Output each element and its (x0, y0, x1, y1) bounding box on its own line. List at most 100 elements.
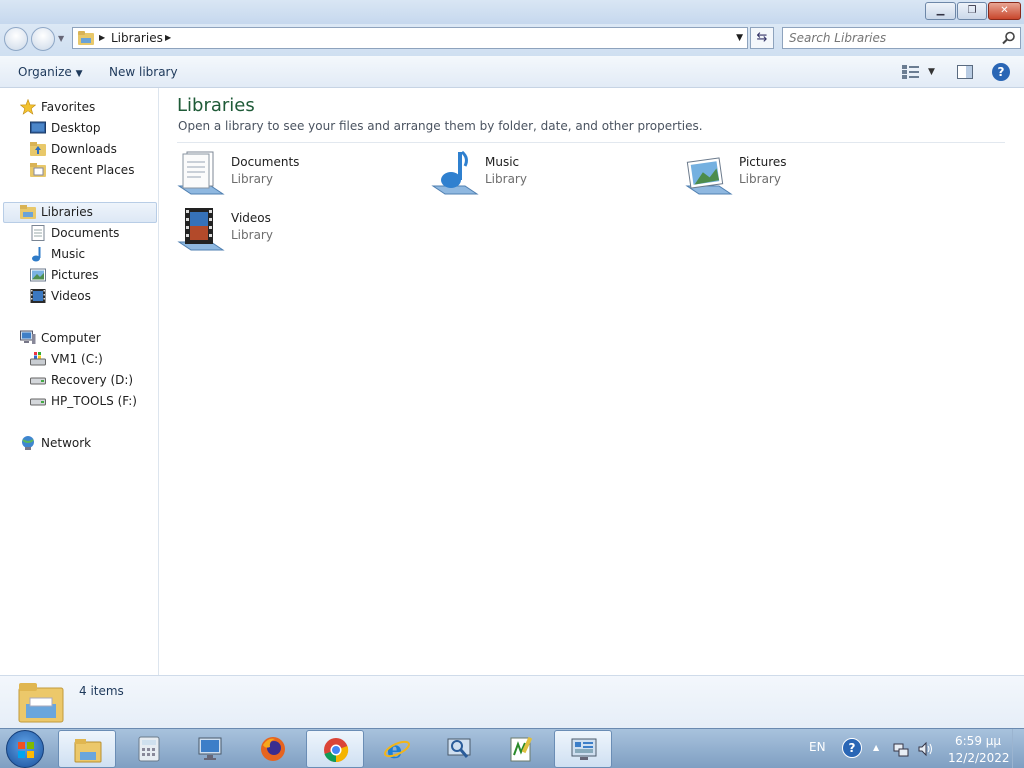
sidebar-item-label: VM1 (C:) (51, 352, 103, 366)
restore-button[interactable]: ❐ (957, 2, 987, 20)
taskbar-firefox[interactable] (244, 730, 302, 768)
search-box[interactable] (782, 27, 1021, 49)
videos-icon (30, 289, 46, 303)
breadcrumb-arrow-icon[interactable]: ▶ (99, 33, 105, 42)
recent-places-icon (30, 163, 46, 177)
breadcrumb-arrow-icon[interactable]: ▶ (165, 33, 171, 42)
page-title: Libraries (177, 95, 255, 116)
taskbar-calculator[interactable] (120, 730, 178, 768)
sidebar-label: Network (41, 436, 92, 450)
videos-library-icon (177, 208, 225, 251)
taskbar-control-panel[interactable] (554, 730, 612, 768)
sidebar-item-label: HP_TOOLS (F:) (51, 394, 137, 408)
taskbar-explorer[interactable] (58, 730, 116, 768)
documents-icon (31, 225, 45, 241)
change-view-icon[interactable] (902, 65, 920, 79)
taskbar-search-tool[interactable] (430, 730, 488, 768)
tray-help-icon[interactable]: ? (842, 738, 862, 758)
volume-icon[interactable] (918, 741, 934, 757)
calculator-icon (138, 736, 160, 762)
recent-pages-dropdown-icon[interactable]: ▼ (58, 34, 64, 43)
internet-explorer-icon: e (384, 735, 410, 763)
library-name: Music (485, 155, 520, 169)
item-count: 4 items (79, 684, 124, 698)
address-bar[interactable]: ▶ Libraries ▶ ▼ (72, 27, 748, 49)
divider (177, 142, 1005, 143)
taskbar-remote-desktop[interactable] (182, 730, 240, 768)
preview-pane-icon[interactable] (957, 65, 973, 79)
sidebar-item-label: Downloads (51, 142, 117, 156)
network-icon (22, 436, 34, 450)
view-options-dropdown-icon[interactable]: ▼ (928, 67, 935, 77)
drive-icon (30, 398, 46, 406)
remote-desktop-icon (198, 737, 222, 760)
desktop-icon (30, 121, 46, 134)
drive-icon (30, 377, 46, 385)
organize-label: Organize (18, 65, 72, 79)
content-pane: Libraries Open a library to see your fil… (159, 88, 1024, 675)
library-name: Videos (231, 211, 271, 225)
library-type: Library (231, 228, 273, 242)
sidebar-label: Computer (41, 331, 101, 345)
taskbar-chrome[interactable] (306, 730, 364, 768)
sidebar-item-label: Pictures (51, 268, 99, 282)
taskbar: e EN ? ▲ 6:59 μμ 12/2/2022 (0, 728, 1024, 768)
sidebar-item-label: Recent Places (51, 163, 135, 177)
notepad-plus-icon (510, 736, 533, 762)
libraries-folder-icon (18, 683, 64, 723)
forward-button[interactable] (31, 27, 55, 51)
firefox-icon (261, 737, 285, 761)
title-bar: ▁ ❐ ✕ (0, 0, 1024, 24)
show-hidden-icons-icon[interactable]: ▲ (873, 743, 879, 752)
show-desktop-button[interactable] (1012, 729, 1024, 768)
taskbar-notepad-plus[interactable] (492, 730, 550, 768)
organize-button[interactable]: Organize ▼ (18, 65, 83, 79)
search-input[interactable] (789, 30, 994, 46)
refresh-icon: ⇆ (756, 30, 768, 45)
sidebar-item-label: Desktop (51, 121, 101, 135)
navigation-pane: Favorites Desktop Downloads Recent Place… (0, 88, 159, 675)
windows-logo-icon (18, 742, 34, 758)
library-name: Pictures (739, 155, 787, 169)
new-library-button[interactable]: New library (109, 65, 178, 79)
minimize-button[interactable]: ▁ (925, 2, 956, 20)
control-panel-icon (571, 738, 597, 760)
pictures-icon (30, 268, 46, 282)
library-type: Library (485, 172, 527, 186)
sidebar-item-label: Recovery (D:) (51, 373, 134, 387)
library-type: Library (231, 172, 273, 186)
sidebar-item-label: Documents (51, 226, 120, 240)
sidebar-item-label: Videos (51, 289, 91, 303)
clock-date[interactable]: 12/2/2022 (948, 751, 1010, 765)
search-tool-icon (447, 738, 471, 758)
page-description: Open a library to see your files and arr… (178, 119, 703, 133)
library-tile-music[interactable]: Music Library (431, 150, 671, 200)
library-tile-videos[interactable]: Videos Library (177, 206, 417, 256)
help-icon[interactable]: ? (992, 63, 1010, 81)
windows-explorer-icon (74, 739, 102, 763)
address-dropdown-icon[interactable]: ▼ (736, 33, 743, 43)
windows-drive-icon (30, 352, 46, 366)
chrome-icon (324, 738, 349, 763)
back-button[interactable] (4, 27, 28, 51)
library-tile-pictures[interactable]: Pictures Library (685, 150, 925, 200)
library-name: Documents (231, 155, 300, 169)
sidebar-item-label: Music (51, 247, 86, 261)
library-tile-documents[interactable]: Documents Library (177, 150, 417, 200)
sidebar-label: Libraries (41, 205, 93, 219)
taskbar-internet-explorer[interactable]: e (368, 730, 426, 768)
close-icon: ✕ (1000, 5, 1009, 16)
start-button[interactable] (6, 730, 44, 768)
music-icon (32, 247, 41, 262)
command-bar: Organize ▼ New library ▼ ? (0, 56, 1024, 88)
search-icon[interactable] (1002, 31, 1016, 45)
pictures-library-icon (685, 157, 733, 195)
libraries-icon (20, 205, 36, 219)
close-button[interactable]: ✕ (988, 2, 1021, 20)
clock-time[interactable]: 6:59 μμ (955, 734, 1001, 748)
language-indicator[interactable]: EN (809, 740, 826, 754)
star-icon (20, 99, 36, 115)
breadcrumb-libraries[interactable]: Libraries (111, 31, 163, 45)
refresh-button[interactable]: ⇆ (750, 27, 774, 49)
network-status-icon[interactable] (893, 741, 909, 757)
